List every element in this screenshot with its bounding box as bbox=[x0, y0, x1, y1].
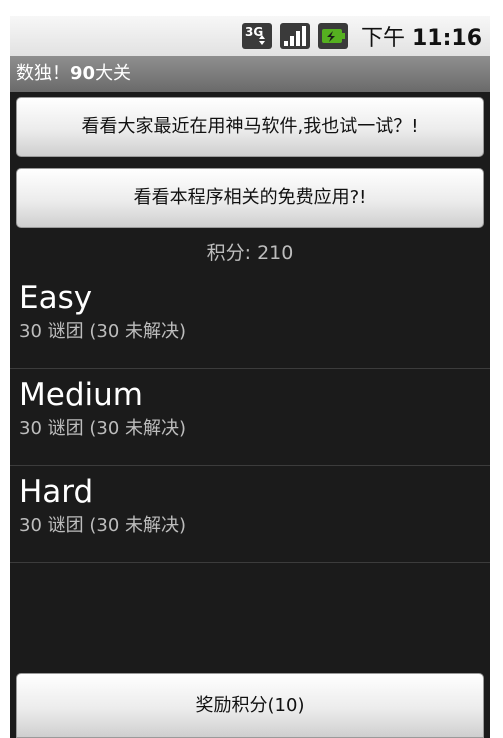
clock: 下午 11:16 bbox=[361, 20, 482, 52]
bonus-points-button[interactable]: 奖励积分(10) bbox=[16, 673, 484, 738]
level-item-hard[interactable]: Hard 30 谜团 (30 未解决) bbox=[10, 466, 490, 563]
level-item-medium[interactable]: Medium 30 谜团 (30 未解决) bbox=[10, 369, 490, 466]
level-description: 30 谜团 (30 未解决) bbox=[19, 418, 187, 439]
title-suffix: 大关 bbox=[95, 63, 132, 84]
clock-period: 下午 bbox=[360, 26, 405, 51]
status-bar: 3G 下午 11:16 bbox=[10, 16, 490, 56]
svg-text:3G: 3G bbox=[245, 25, 263, 39]
title-prefix: 数独！ bbox=[16, 63, 70, 84]
status-icons: 3G bbox=[241, 22, 349, 50]
promo-apps-button[interactable]: 看看大家最近在用神马软件,我也试一试？! bbox=[16, 97, 484, 157]
title-bar: 数独！90大关 bbox=[10, 56, 490, 92]
level-name: Hard bbox=[19, 474, 94, 510]
level-description: 30 谜团 (30 未解决) bbox=[19, 515, 187, 536]
clock-time: 11:16 bbox=[411, 26, 482, 51]
free-apps-button[interactable]: 看看本程序相关的免费应用?! bbox=[16, 168, 484, 228]
battery-charging-icon bbox=[317, 23, 348, 49]
level-description: 30 谜团 (30 未解决) bbox=[19, 321, 187, 342]
network-3g-icon: 3G bbox=[241, 23, 272, 49]
title-number: 90 bbox=[70, 63, 96, 84]
signal-strength-icon bbox=[279, 23, 310, 49]
main-content: 看看大家最近在用神马软件,我也试一试？! 看看本程序相关的免费应用?! 积分: … bbox=[10, 92, 490, 738]
level-item-easy[interactable]: Easy 30 谜团 (30 未解决) bbox=[10, 272, 490, 369]
level-name: Medium bbox=[19, 377, 143, 413]
level-name: Easy bbox=[19, 280, 93, 316]
score-label: 积分: 210 bbox=[206, 242, 294, 264]
